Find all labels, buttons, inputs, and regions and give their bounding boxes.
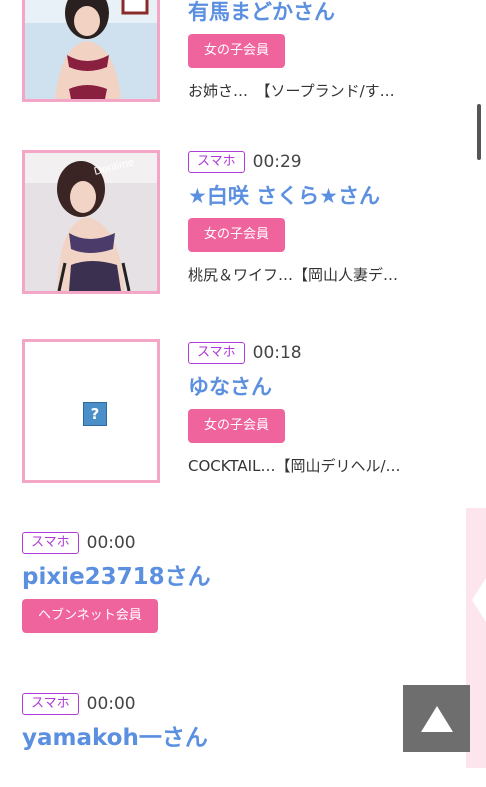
poster-name[interactable]: 有馬まどかさん xyxy=(188,0,476,26)
triangle-up-icon xyxy=(420,705,453,732)
member-type-badge: 女の子会員 xyxy=(188,218,286,252)
device-badge: スマホ xyxy=(22,693,79,715)
scrollbar-thumb[interactable] xyxy=(477,104,481,160)
poster-name[interactable]: ゆなさん xyxy=(188,373,476,401)
post-time: 00:00 xyxy=(86,694,136,714)
post-time: 00:00 xyxy=(86,533,136,553)
member-type-badge: 女の子会員 xyxy=(188,409,286,443)
profile-photo[interactable]: ? xyxy=(22,339,160,483)
device-badge: スマホ xyxy=(188,342,245,364)
list-item[interactable]: スマホ 00:00 pixie23718さん ヘブンネット会員 xyxy=(0,506,486,668)
poster-description: お姉さ… 【ソープランド/す… xyxy=(188,82,395,100)
member-type-badge: ヘブンネット会員 xyxy=(22,599,158,633)
list-item[interactable]: ? スマホ 00:18 ゆなさん 女の子会員 COCKTAIL…【岡山デリヘル/… xyxy=(0,316,486,507)
member-type-badge: 女の子会員 xyxy=(188,34,286,68)
profile-photo[interactable]: Deritime xyxy=(22,150,160,294)
device-badge: スマホ xyxy=(188,151,245,173)
poster-description: 桃尻＆ワイフ…【岡山人妻デ… xyxy=(188,266,399,284)
device-badge: スマホ xyxy=(22,532,79,554)
post-time: 00:29 xyxy=(252,152,302,172)
poster-name[interactable]: ★白咲 さくら★さん xyxy=(188,182,476,210)
post-time: 00:18 xyxy=(252,343,302,363)
poster-description: COCKTAIL…【岡山デリヘル/… xyxy=(188,457,401,475)
list-item[interactable]: Deritime スマホ 00:29 ★白咲 さくら★さん 女の子会員 桃尻＆ワ… xyxy=(0,127,486,317)
back-to-top-button[interactable] xyxy=(403,685,470,752)
question-mark-icon: ? xyxy=(83,402,107,426)
poster-name[interactable]: pixie23718さん xyxy=(22,563,476,591)
list-item[interactable]: 有馬まどかさん 女の子会員 お姉さ… 【ソープランド/す… xyxy=(0,0,486,128)
profile-photo[interactable] xyxy=(22,0,160,102)
